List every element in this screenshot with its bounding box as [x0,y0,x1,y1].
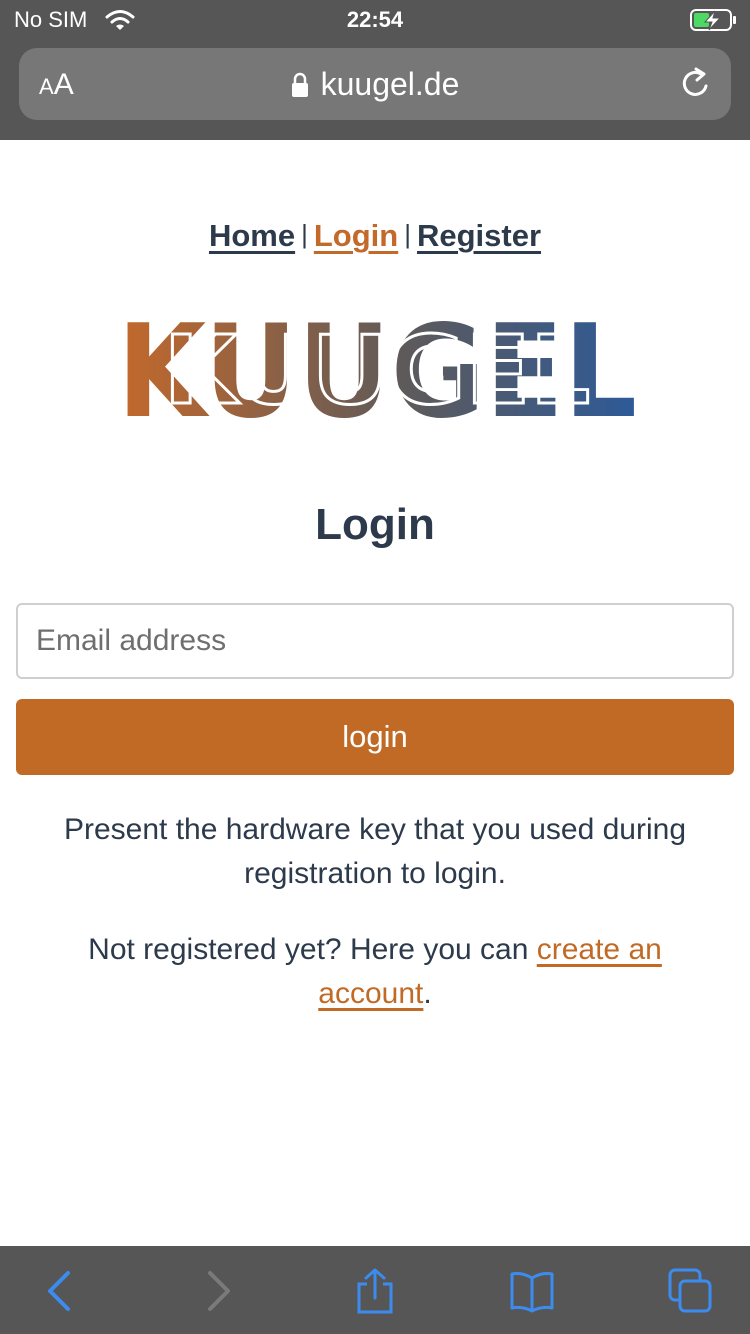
hardware-key-info: Present the hardware key that you used d… [63,813,687,890]
share-icon[interactable] [353,1268,397,1314]
bookmarks-icon[interactable] [510,1268,554,1314]
kuugel-logo: KUUGEL KUUGEL [117,310,637,422]
nav-register-link[interactable]: Register [417,218,541,253]
status-bar: No SIM 22:54 [0,0,750,40]
address-bar[interactable]: AA kuugel.de [19,48,731,120]
login-button[interactable]: login [16,699,734,775]
nav-separator: | [404,219,411,249]
lock-icon [291,72,308,97]
reload-icon[interactable] [679,67,713,101]
svg-text:KUUGEL: KUUGEL [164,315,590,422]
back-icon[interactable] [38,1268,82,1314]
nav-home-link[interactable]: Home [209,218,295,253]
nav-login-link[interactable]: Login [314,218,398,253]
top-nav: Home | Login | Register [0,218,750,254]
browser-chrome-top: No SIM 22:54 AA kuugel.de [0,0,750,140]
nav-separator: | [301,219,308,249]
clock: 22:54 [346,7,404,32]
forward-icon[interactable] [196,1268,240,1314]
page-title: Login [315,500,435,549]
register-prompt: Not registered yet? Here you can create … [30,928,720,1016]
url-display[interactable]: kuugel.de [19,66,731,103]
browser-toolbar [0,1246,750,1334]
register-suffix: . [423,977,432,1010]
email-field[interactable] [16,603,734,679]
url-text: kuugel.de [320,66,460,102]
battery-charging-icon [690,9,736,31]
tabs-icon[interactable] [668,1268,712,1314]
register-prefix: Not registered yet? Here you can [88,933,537,966]
